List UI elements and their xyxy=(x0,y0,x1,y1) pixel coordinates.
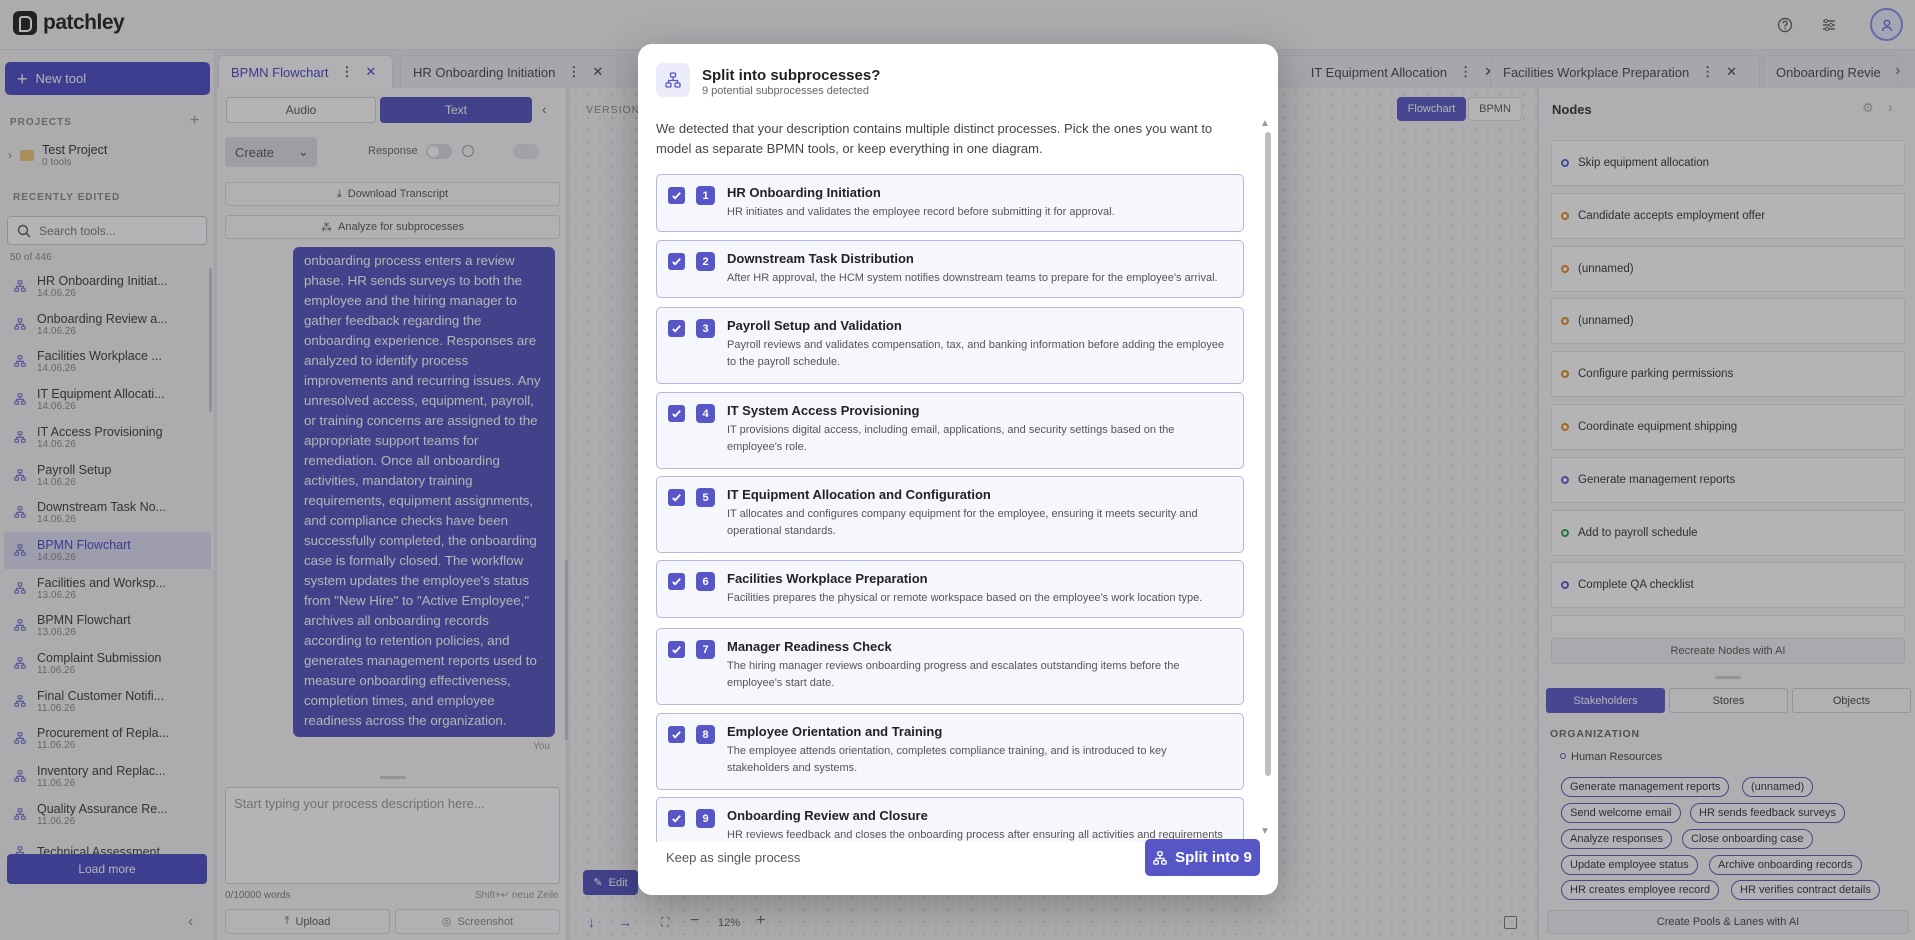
split-subprocess-dialog: Split into subprocesses? 9 potential sub… xyxy=(638,44,1278,895)
subprocess-option[interactable]: 3 Payroll Setup and Validation Payroll rev… xyxy=(656,307,1244,384)
subprocess-description: The hiring manager reviews onboarding pr… xyxy=(727,660,1180,689)
subprocess-description: Facilities prepares the physical or remo… xyxy=(727,592,1203,604)
subprocess-checkbox[interactable] xyxy=(668,726,685,743)
subprocess-number: 3 xyxy=(696,319,715,338)
subprocess-option[interactable]: 1 HR Onboarding Initiation HR initiates an… xyxy=(656,174,1244,232)
subprocess-number: 5 xyxy=(696,488,715,507)
check-icon xyxy=(672,192,681,200)
subprocess-checkbox[interactable] xyxy=(668,253,685,270)
subprocess-description: HR initiates and validates the employee … xyxy=(727,206,1115,218)
subprocess-title: Downstream Task Distribution xyxy=(727,251,914,266)
check-icon xyxy=(672,646,681,654)
subprocess-number: 8 xyxy=(696,725,715,744)
subprocess-checkbox[interactable] xyxy=(668,405,685,422)
check-icon xyxy=(672,325,681,333)
subprocess-title: Employee Orientation and Training xyxy=(727,724,943,739)
subprocess-number: 7 xyxy=(696,640,715,659)
subprocess-description: IT allocates and configures company equi… xyxy=(727,508,1198,537)
subprocess-option[interactable]: 6 Facilities Workplace Preparation Facilit… xyxy=(656,560,1244,618)
subprocess-option[interactable]: 8 Employee Orientation and Training The em… xyxy=(656,713,1244,790)
subprocess-option[interactable]: 2 Downstream Task Distribution After HR ap… xyxy=(656,240,1244,298)
check-icon xyxy=(672,258,681,266)
subprocess-checkbox[interactable] xyxy=(668,187,685,204)
subprocess-number: 9 xyxy=(696,809,715,828)
subprocess-option[interactable]: 9 Onboarding Review and Closure HR reviews… xyxy=(656,797,1244,842)
subprocess-number: 1 xyxy=(696,186,715,205)
subprocess-number: 4 xyxy=(696,404,715,423)
subprocess-number: 2 xyxy=(696,252,715,271)
subprocess-title: Payroll Setup and Validation xyxy=(727,318,902,333)
check-icon xyxy=(672,578,681,586)
subprocess-description: After HR approval, the HCM system notifi… xyxy=(727,272,1218,284)
subprocess-title: Facilities Workplace Preparation xyxy=(727,571,928,586)
subprocess-title: IT Equipment Allocation and Configuratio… xyxy=(727,487,991,502)
subprocess-checkbox[interactable] xyxy=(668,810,685,827)
subprocess-option[interactable]: 7 Manager Readiness Check The hiring manag… xyxy=(656,628,1244,705)
subprocess-number: 6 xyxy=(696,572,715,591)
check-icon xyxy=(672,410,681,418)
check-icon xyxy=(672,815,681,823)
subprocess-description: Payroll reviews and validates compensati… xyxy=(727,339,1225,368)
subprocess-checkbox[interactable] xyxy=(668,641,685,658)
scroll-up-icon[interactable]: ▲ xyxy=(1260,118,1270,129)
keep-single-process-button[interactable]: Keep as single process xyxy=(666,850,800,865)
subprocess-option[interactable]: 5 IT Equipment Allocation and Configurati… xyxy=(656,476,1244,553)
check-icon xyxy=(672,494,681,502)
subprocess-list: 1 HR Onboarding Initiation HR initiates an… xyxy=(638,44,1258,842)
subprocess-icon xyxy=(1153,850,1167,865)
subprocess-description: IT provisions digital access, including … xyxy=(727,424,1175,453)
scroll-down-icon[interactable]: ▼ xyxy=(1260,826,1270,837)
split-confirm-button[interactable]: Split into 9 xyxy=(1145,839,1260,876)
subprocess-option[interactable]: 4 IT System Access Provisioning IT provisi… xyxy=(656,392,1244,469)
subprocess-title: HR Onboarding Initiation xyxy=(727,185,881,200)
subprocess-description: The employee attends orientation, comple… xyxy=(727,745,1167,774)
split-label: Split into 9 xyxy=(1175,849,1252,866)
check-icon xyxy=(672,731,681,739)
subprocess-checkbox[interactable] xyxy=(668,573,685,590)
dialog-scrollbar[interactable] xyxy=(1265,132,1271,776)
subprocess-title: Onboarding Review and Closure xyxy=(727,808,928,823)
subprocess-title: IT System Access Provisioning xyxy=(727,403,920,418)
subprocess-title: Manager Readiness Check xyxy=(727,639,892,654)
subprocess-checkbox[interactable] xyxy=(668,320,685,337)
subprocess-checkbox[interactable] xyxy=(668,489,685,506)
